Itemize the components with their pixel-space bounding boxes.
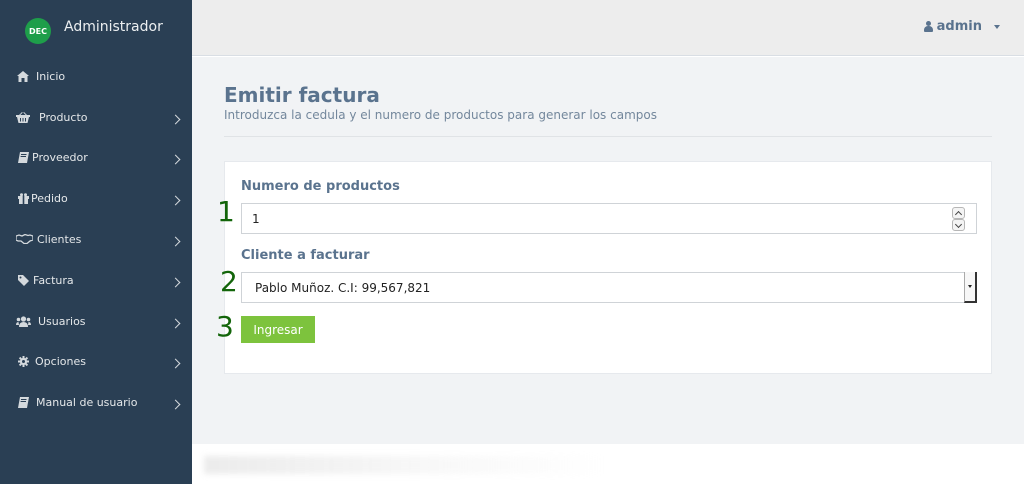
sidebar-item-opciones[interactable]: Opciones: [0, 341, 192, 381]
caret-down-icon: [994, 24, 1000, 29]
sidebar-item-label: Clientes: [37, 232, 82, 246]
divider: [224, 136, 992, 137]
sidebar-item-usuarios[interactable]: Usuarios: [0, 301, 192, 341]
stepper-up-icon[interactable]: [952, 207, 965, 219]
brand-logo: DEC: [25, 18, 51, 44]
sidebar-item-label: Producto: [39, 110, 88, 124]
gift-icon: [16, 192, 30, 204]
sidebar-item-label: Proveedor: [32, 150, 88, 164]
step-marker-3: 3: [216, 310, 234, 343]
sidebar-item-clientes[interactable]: Clientes: [0, 219, 192, 259]
user-name: admin: [936, 19, 982, 34]
step-marker-1: 1: [217, 195, 235, 228]
chevron-right-icon: [170, 318, 181, 329]
chevron-right-icon: [170, 236, 181, 247]
sidebar-item-producto[interactable]: Producto: [0, 97, 192, 137]
users-icon: [16, 315, 31, 327]
book-icon: [16, 396, 30, 408]
client-select[interactable]: Pablo Muñoz. C.I: 99,567,821: [241, 272, 977, 303]
blurred-footer-text: [204, 456, 604, 474]
chevron-right-icon: [170, 277, 181, 288]
chevron-right-icon: [170, 399, 181, 410]
sidebar-item-label: Manual de usuario: [36, 395, 138, 409]
chevron-right-icon: [170, 154, 181, 165]
dropdown-arrow-icon[interactable]: [964, 272, 977, 303]
basket-icon: [16, 111, 30, 123]
sidebar-item-label: Inicio: [36, 69, 66, 83]
stepper-down-icon[interactable]: [952, 219, 965, 231]
invoice-form-panel: Numero de productos 1 1 Cliente a factur…: [216, 161, 992, 374]
chevron-right-icon: [170, 195, 181, 206]
page-title: Emitir factura: [224, 83, 380, 107]
sidebar-item-label: Opciones: [35, 354, 86, 368]
main-content: Emitir factura Introduzca la cedula y el…: [192, 57, 1024, 444]
tag-icon: [16, 274, 30, 286]
user-menu[interactable]: admin: [923, 19, 1000, 34]
page-subtitle: Introduzca la cedula y el numero de prod…: [224, 108, 657, 122]
product-quantity-input[interactable]: 1: [241, 203, 977, 234]
sidebar-item-manual-de-usuario[interactable]: Manual de usuario: [0, 382, 192, 422]
quantity-stepper[interactable]: [952, 207, 965, 231]
footer: [192, 444, 1024, 484]
quantity-label: Numero de productos: [241, 179, 400, 194]
chevron-right-icon: [170, 114, 181, 125]
home-icon: [16, 70, 30, 82]
sidebar-item-inicio[interactable]: Inicio: [0, 56, 192, 96]
sidebar-item-proveedor[interactable]: Proveedor: [0, 137, 192, 177]
sidebar-item-label: Usuarios: [38, 314, 86, 328]
sidebar-item-pedido[interactable]: Pedido: [0, 178, 192, 218]
chevron-right-icon: [170, 358, 181, 369]
gear-icon: [16, 355, 30, 367]
brand[interactable]: DEC Administrador: [0, 0, 192, 56]
book-icon: [16, 151, 30, 163]
user-icon: [923, 21, 933, 32]
brand-title: Administrador: [64, 19, 163, 35]
client-selected-value: Pablo Muñoz. C.I: 99,567,821: [255, 280, 431, 295]
product-quantity-value: 1: [252, 211, 260, 226]
step-marker-2: 2: [220, 265, 238, 298]
client-label: Cliente a facturar: [241, 248, 370, 263]
top-navbar: admin: [192, 0, 1024, 56]
ingresar-button[interactable]: Ingresar: [241, 316, 315, 343]
sidebar-item-factura[interactable]: Factura: [0, 260, 192, 300]
handshake-icon: [16, 233, 33, 245]
sidebar: DEC Administrador Inicio Producto Provee…: [0, 0, 192, 484]
sidebar-item-label: Factura: [33, 273, 74, 287]
sidebar-item-label: Pedido: [31, 191, 68, 205]
